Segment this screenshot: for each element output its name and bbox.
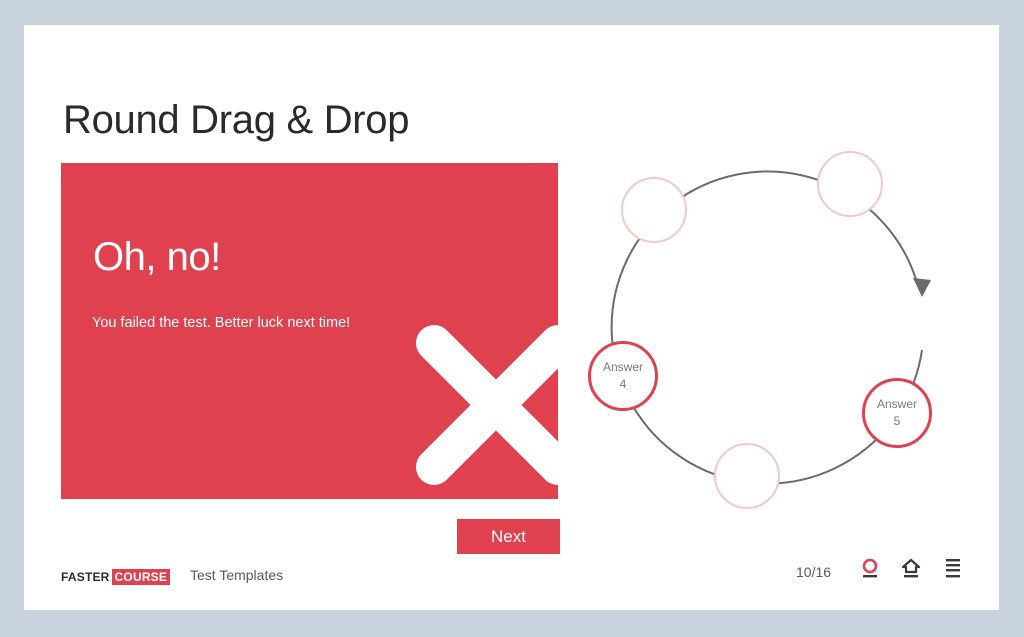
feedback-message: You failed the test. Better luck next ti… <box>92 315 351 331</box>
brand-logo: FASTER COURSE <box>61 568 171 586</box>
answer-label: Answer <box>602 360 643 374</box>
answer-item-5[interactable]: Answer 5 <box>862 378 932 448</box>
feedback-panel: Oh, no! You failed the test. Better luck… <box>61 163 558 499</box>
logo-text-faster: FASTER <box>61 570 110 584</box>
menu-icon[interactable] <box>942 557 964 579</box>
arrow-head-icon <box>913 278 931 297</box>
logo-text-course: COURSE <box>111 569 171 585</box>
page-counter: 10/16 <box>796 564 832 580</box>
answer-number: 4 <box>619 377 627 391</box>
slide: Round Drag & Drop Oh, no! You failed the… <box>24 25 999 610</box>
slide-title: Round Drag & Drop <box>63 98 410 142</box>
drop-zone-2[interactable] <box>817 151 883 217</box>
answer-item-4[interactable]: Answer 4 <box>588 341 658 411</box>
course-name: Test Templates <box>190 567 284 583</box>
next-button[interactable]: Next <box>457 519 560 554</box>
home-icon[interactable] <box>900 557 922 579</box>
lifebuoy-icon[interactable] <box>859 557 881 579</box>
x-mark-icon <box>416 325 558 485</box>
answer-label: Answer <box>876 397 917 411</box>
answer-number: 5 <box>893 414 901 428</box>
feedback-heading: Oh, no! <box>93 235 221 279</box>
drop-zone-3[interactable] <box>714 443 780 509</box>
drop-zone-1[interactable] <box>621 177 687 243</box>
